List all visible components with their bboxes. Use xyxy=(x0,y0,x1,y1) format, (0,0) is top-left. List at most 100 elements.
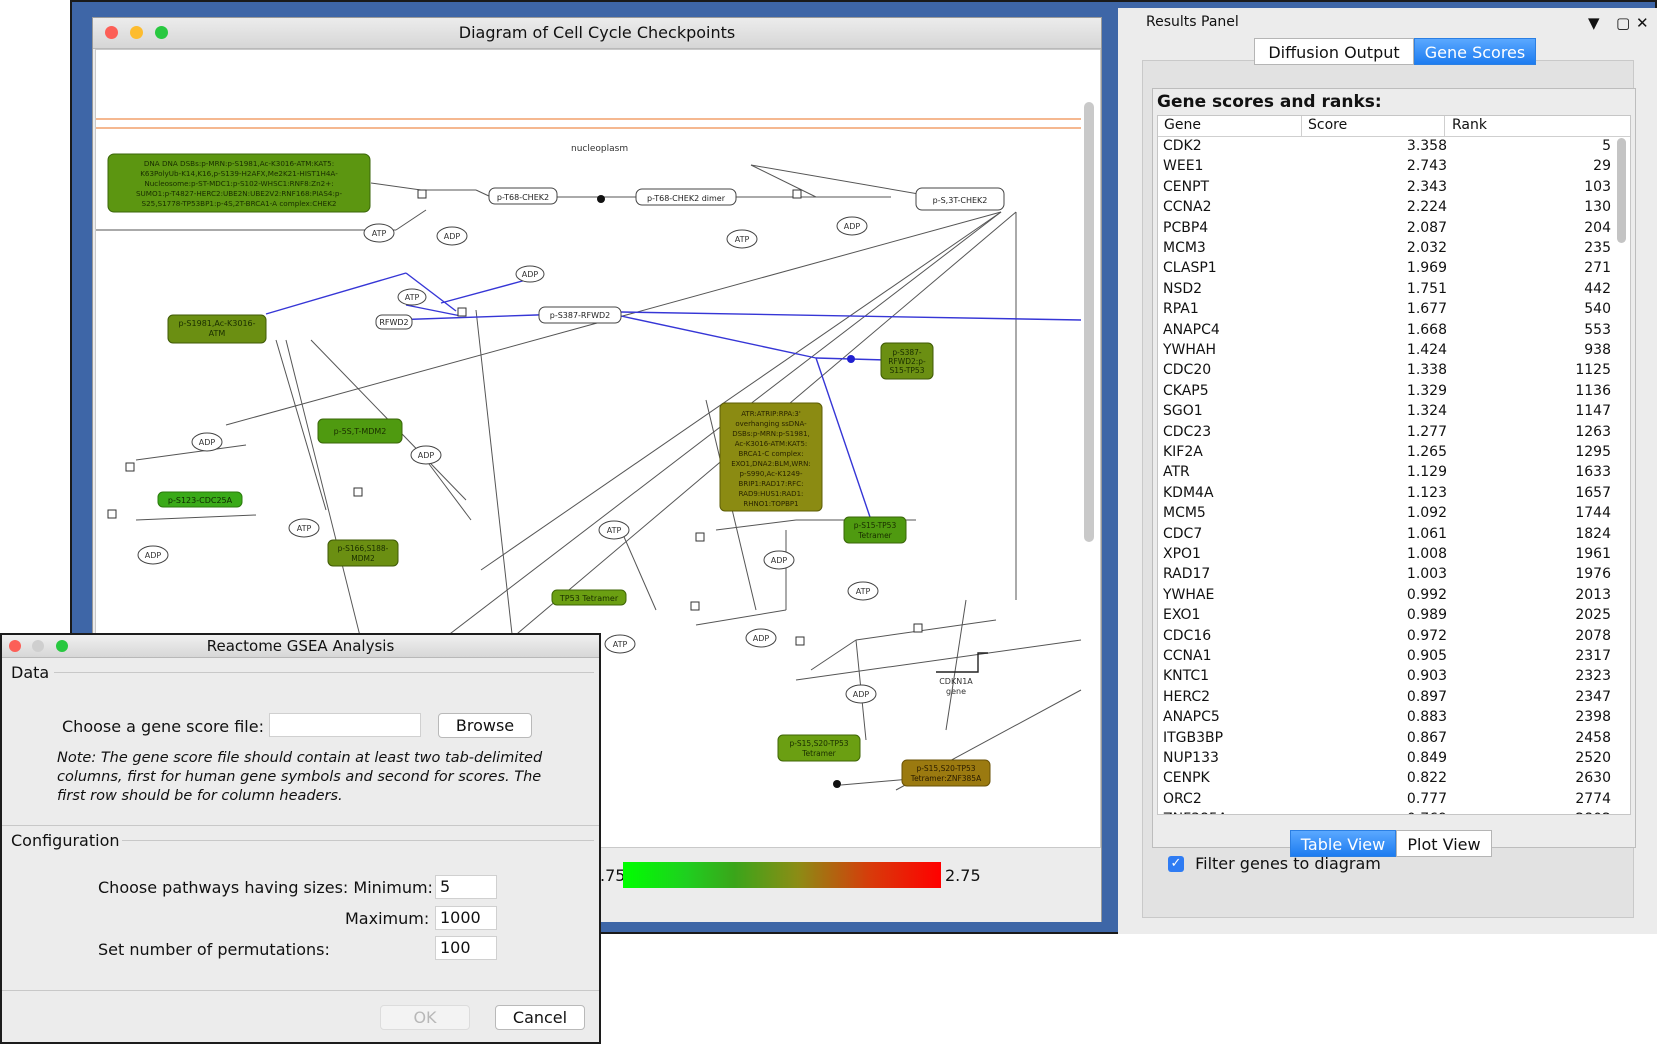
table-row[interactable]: NSD2 1.751 442 xyxy=(1158,280,1613,300)
table-row[interactable]: CCNA2 2.224 130 xyxy=(1158,198,1613,218)
dialog-title: Reactome GSEA Analysis xyxy=(206,637,395,655)
svg-text:overhanging ssDNA-: overhanging ssDNA- xyxy=(735,420,807,428)
tab-table-view[interactable]: Table View xyxy=(1290,830,1396,857)
svg-text:p-S990,Ac-K1249-: p-S990,Ac-K1249- xyxy=(740,470,803,478)
table-row[interactable]: CKAP5 1.329 1136 xyxy=(1158,382,1613,402)
table-scrollbar[interactable] xyxy=(1617,138,1626,243)
table-row[interactable]: ORC2 0.777 2774 xyxy=(1158,790,1613,810)
table-row[interactable]: KDM4A 1.123 1657 xyxy=(1158,484,1613,504)
table-row[interactable]: EXO1 0.989 2025 xyxy=(1158,606,1613,626)
browse-button[interactable]: Browse xyxy=(438,713,532,738)
cancel-button[interactable]: Cancel xyxy=(495,1005,585,1030)
column-header-gene[interactable]: Gene xyxy=(1164,117,1201,133)
table-row[interactable]: ZNF385A 0.769 2802 xyxy=(1158,810,1613,814)
close-panel-icon[interactable]: ✕ xyxy=(1636,14,1649,32)
gene-cell: CDC20 xyxy=(1163,362,1212,379)
minimize-window-icon[interactable] xyxy=(130,26,143,39)
checkbox-checked-icon[interactable]: ✓ xyxy=(1168,855,1184,872)
score-cell: 2.087 xyxy=(1406,219,1447,236)
gene-cell: ITGB3BP xyxy=(1163,729,1224,746)
rank-cell: 1961 xyxy=(1575,546,1611,562)
table-row[interactable]: RAD17 1.003 1976 xyxy=(1158,565,1613,585)
table-row[interactable]: WEE1 2.743 29 xyxy=(1158,157,1613,177)
score-cell: 1.003 xyxy=(1406,566,1447,583)
table-row[interactable]: ANAPC4 1.668 553 xyxy=(1158,321,1613,341)
max-size-label: Maximum: xyxy=(345,909,430,928)
svg-text:RFWD2: RFWD2 xyxy=(379,318,408,327)
table-row[interactable]: CDC16 0.972 2078 xyxy=(1158,627,1613,647)
table-row[interactable]: CENPT 2.343 103 xyxy=(1158,178,1613,198)
rank-cell: 2323 xyxy=(1575,668,1611,685)
table-row[interactable]: PCBP4 2.087 204 xyxy=(1158,219,1613,239)
table-row[interactable]: SGO1 1.324 1147 xyxy=(1158,402,1613,422)
table-row[interactable]: HERC2 0.897 2347 xyxy=(1158,688,1613,708)
column-header-rank[interactable]: Rank xyxy=(1452,117,1487,133)
gsea-dialog: Reactome GSEA Analysis Data Choose a gen… xyxy=(0,633,601,1044)
svg-text:p-S1981,Ac-K3016-: p-S1981,Ac-K3016- xyxy=(178,319,255,328)
legend-max-label: 2.75 xyxy=(945,866,981,885)
score-cell: 0.769 xyxy=(1407,811,1447,814)
table-row[interactable]: CDC7 1.061 1824 xyxy=(1158,525,1613,545)
svg-text:p-S387-RFWD2: p-S387-RFWD2 xyxy=(550,311,611,320)
table-row[interactable]: ITGB3BP 0.867 2458 xyxy=(1158,729,1613,749)
score-cell: 1.324 xyxy=(1406,403,1447,420)
gene-scores-table[interactable]: Gene Score Rank CDK2 3.358 5 WEE1 2.743 29 CEN… xyxy=(1157,115,1631,815)
table-row[interactable]: KNTC1 0.903 2323 xyxy=(1158,667,1613,687)
diagram-vertical-scrollbar[interactable] xyxy=(1084,102,1094,542)
table-row[interactable]: MCM3 2.032 235 xyxy=(1158,239,1613,259)
svg-text:Tetramer: Tetramer xyxy=(801,749,836,758)
table-row[interactable]: CENPK 0.822 2630 xyxy=(1158,769,1613,789)
rank-cell: 1744 xyxy=(1575,505,1611,522)
min-size-input[interactable]: 5 xyxy=(435,875,497,899)
dropdown-icon[interactable]: ▼ xyxy=(1588,14,1600,32)
table-row[interactable]: NUP133 0.849 2520 xyxy=(1158,749,1613,769)
rank-cell: 29 xyxy=(1593,158,1611,175)
svg-text:ATP: ATP xyxy=(297,524,312,533)
gene-score-file-input[interactable] xyxy=(269,713,421,737)
table-row[interactable]: RPA1 1.677 540 xyxy=(1158,300,1613,320)
table-row[interactable]: YWHAH 1.424 938 xyxy=(1158,341,1613,361)
table-row[interactable]: YWHAE 0.992 2013 xyxy=(1158,586,1613,606)
score-cell: 0.849 xyxy=(1406,750,1447,766)
table-row[interactable]: CDC20 1.338 1125 xyxy=(1158,361,1613,381)
table-row[interactable]: ANAPC5 0.883 2398 xyxy=(1158,708,1613,728)
column-header-score[interactable]: Score xyxy=(1308,117,1347,133)
score-cell: 1.338 xyxy=(1406,362,1447,379)
max-size-input[interactable]: 1000 xyxy=(435,906,497,930)
tab-plot-view[interactable]: Plot View xyxy=(1396,830,1492,857)
close-window-icon[interactable] xyxy=(105,26,118,39)
score-cell: 1.668 xyxy=(1406,321,1447,338)
dialog-close-icon[interactable] xyxy=(9,640,21,652)
gene-cell: ANAPC4 xyxy=(1163,321,1220,338)
float-window-icon[interactable]: ▢ xyxy=(1616,14,1630,32)
table-row[interactable]: ATR 1.129 1633 xyxy=(1158,463,1613,483)
table-row[interactable]: KIF2A 1.265 1295 xyxy=(1158,443,1613,463)
table-row[interactable]: MCM5 1.092 1744 xyxy=(1158,504,1613,524)
rank-cell: 271 xyxy=(1584,260,1611,277)
rank-cell: 1147 xyxy=(1575,403,1611,420)
rank-cell: 103 xyxy=(1584,178,1611,195)
table-row[interactable]: XPO1 1.008 1961 xyxy=(1158,545,1613,565)
dialog-zoom-icon[interactable] xyxy=(56,640,68,652)
tab-diffusion-output[interactable]: Diffusion Output xyxy=(1254,38,1414,65)
gene-cell: RPA1 xyxy=(1163,301,1199,318)
table-row[interactable]: CCNA1 0.905 2317 xyxy=(1158,647,1613,667)
zoom-window-icon[interactable] xyxy=(155,26,168,39)
rank-cell: 1263 xyxy=(1575,423,1611,440)
ok-button[interactable]: OK xyxy=(380,1005,470,1030)
table-row[interactable]: CLASP1 1.969 271 xyxy=(1158,259,1613,279)
svg-text:S15-TP53: S15-TP53 xyxy=(890,366,925,375)
gene-score-file-label: Choose a gene score file: xyxy=(62,717,264,736)
svg-text:Ac-K3016-ATM:KAT5:: Ac-K3016-ATM:KAT5: xyxy=(735,440,808,448)
gene-cell: CDK2 xyxy=(1163,138,1202,154)
gene-cell: CENPT xyxy=(1163,178,1210,195)
score-cell: 1.277 xyxy=(1406,423,1447,440)
permutations-input[interactable]: 100 xyxy=(435,936,497,960)
gene-cell: MCM5 xyxy=(1163,505,1206,522)
table-row[interactable]: CDC23 1.277 1263 xyxy=(1158,423,1613,443)
tab-gene-scores[interactable]: Gene Scores xyxy=(1414,38,1536,65)
rank-cell: 1824 xyxy=(1575,525,1611,542)
gene-cell: ANAPC5 xyxy=(1163,709,1220,726)
svg-text:p-S15,S20-TP53: p-S15,S20-TP53 xyxy=(916,764,975,773)
table-row[interactable]: CDK2 3.358 5 xyxy=(1158,137,1613,157)
